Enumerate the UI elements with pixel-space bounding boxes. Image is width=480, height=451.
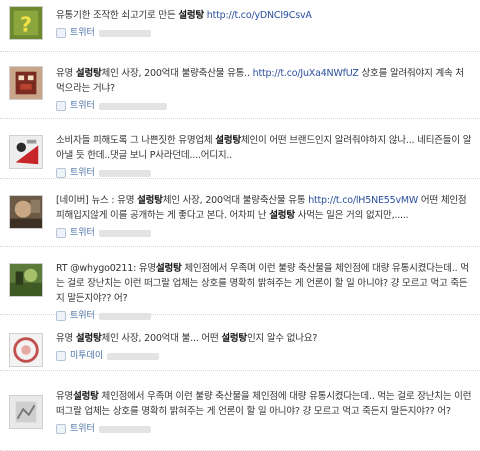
photo-avatar[interactable] [9,195,43,229]
result-text: [네이버] 뉴스 : 유명 설렁탕체인 사장, 200억대 불량축산물 유통 h… [56,193,472,223]
text-segment: 체인 사장, 200억대 불량축산물 유통.. [101,68,253,79]
result-meta: 트위터 [56,26,472,40]
result-link[interactable]: http://t.co/JuXa4NWfUZ [253,68,359,79]
result-text: RT @whygo0211: 유명설렁탕 체인점에서 우족며 이런 불량 축산물… [56,261,472,306]
keyword-highlight: 설렁탕 [73,391,99,402]
blurred-username [98,29,151,37]
search-results-feed: ? 유통기한 조작한 쇠고기로 만든 설렁탕 http://t.co/yDNCI9… [0,0,480,451]
svg-text:?: ? [20,12,32,36]
text-segment: 인지 알수 없나요? [246,333,318,344]
source-icon [56,424,66,434]
result-text: 유명 설렁탕체인 사장, 200억대 불... 어떤 설렁탕인지 알수 없나요? [56,331,472,346]
result-item[interactable]: ? 유통기한 조작한 쇠고기로 만든 설렁탕 http://t.co/yDNCI9… [0,0,480,52]
result-body: 소비자들 피해도록 그 나쁜짓한 유명업체 설렁탕체인이 어떤 브랜드인지 알려… [56,133,472,180]
result-body: 유명설렁탕 체인점에서 우족며 이런 불량 축산물을 체인점에 대량 유통시켰다… [56,389,472,436]
source-label[interactable]: 트위터 [70,226,95,241]
result-item[interactable]: 소비자들 피해도록 그 나쁜짓한 유명업체 설렁탕체인이 어떤 브랜드인지 알려… [0,119,480,179]
result-body: 유명 설렁탕체인 사장, 200억대 불량축산물 유통.. http://t.c… [56,66,472,113]
blurred-username [98,102,167,110]
source-label[interactable]: 트위터 [70,422,95,437]
text-segment: 유명 [56,333,76,344]
text-segment: 사먹는 일은 거의 없지만,..... [294,210,409,221]
result-item[interactable]: 유명 설렁탕체인 사장, 200억대 불량축산물 유통.. http://t.c… [0,52,480,119]
result-meta: 트위터 [56,422,472,436]
keyword-highlight: 설렁탕 [75,68,102,79]
blurred-username [98,169,151,177]
result-text: 유통기한 조작한 쇠고기로 만든 설렁탕 http://t.co/yDNCI9C… [56,8,472,23]
result-meta: 트위터 [56,166,472,180]
result-item[interactable]: 유명설렁탕 체인점에서 우족며 이런 불량 축산물을 체인점에 대량 유통시켰다… [0,371,480,451]
text-segment: 유명 [56,391,74,402]
text-segment: 소비자들 피해도록 그 나쁜짓한 유명업체 [56,135,216,146]
result-body: 유통기한 조작한 쇠고기로 만든 설렁탕 http://t.co/yDNCI9C… [56,8,472,40]
result-text: 유명 설렁탕체인 사장, 200억대 불량축산물 유통.. http://t.c… [56,66,472,96]
text-segment: 체인 사장, 200억대 불... 어떤 [101,333,222,344]
keyword-highlight: 설렁탕 [221,333,247,344]
source-label[interactable]: 트위터 [70,26,95,41]
text-segment: 체인점에서 우족며 이런 불량 축산물을 체인점에 대량 유통시켰다는데.. 먹… [56,391,472,417]
source-label[interactable]: 트위터 [70,99,95,114]
source-icon [56,168,66,178]
keyword-highlight: 설렁탕 [75,333,102,344]
source-icon [56,28,66,38]
result-meta: 미투데이 [56,349,472,363]
source-icon [56,351,66,361]
text-segment: 유통기한 조작한 쇠고기로 만든 [56,10,179,21]
result-text: 소비자들 피해도록 그 나쁜짓한 유명업체 설렁탕체인이 어떤 브랜드인지 알려… [56,133,472,163]
result-meta: 트위터 [56,226,472,240]
blurred-username [98,229,151,237]
result-link[interactable]: http://t.co/lH5NE55vMW [308,195,418,206]
result-body: 유명 설렁탕체인 사장, 200억대 불... 어떤 설렁탕인지 알수 없나요?… [56,331,472,363]
sketch-avatar[interactable] [9,395,43,429]
result-item[interactable]: [네이버] 뉴스 : 유명 설렁탕체인 사장, 200억대 불량축산물 유통 h… [0,179,480,247]
keyword-highlight: 설렁탕 [215,135,241,146]
source-icon [56,101,66,111]
source-label[interactable]: 미투데이 [70,349,103,364]
text-segment: RT @whygo0211: 유명 [56,263,156,274]
result-item[interactable]: RT @whygo0211: 유명설렁탕 체인점에서 우족며 이런 불량 축산물… [0,247,480,321]
text-segment: 유명 [56,68,76,79]
result-body: [네이버] 뉴스 : 유명 설렁탕체인 사장, 200억대 불량축산물 유통 h… [56,193,472,240]
keyword-highlight: 설렁탕 [137,195,163,206]
source-icon [56,228,66,238]
text-segment: [네이버] 뉴스 : 유명 [56,195,138,206]
result-body: RT @whygo0211: 유명설렁탕 체인점에서 우족며 이런 불량 축산물… [56,261,472,323]
cartoon-avatar[interactable] [9,66,43,100]
keyword-highlight: 설렁탕 [155,263,182,274]
red-white-avatar[interactable] [9,135,43,169]
result-item[interactable]: 유명 설렁탕체인 사장, 200억대 불... 어떤 설렁탕인지 알수 없나요?… [0,315,480,371]
text-segment: 체인 사장, 200억대 불량축산물 유통 [162,195,309,206]
result-meta: 트위터 [56,99,472,113]
result-text: 유명설렁탕 체인점에서 우족며 이런 불량 축산물을 체인점에 대량 유통시켰다… [56,389,472,419]
blurred-username [98,425,151,433]
question-mark-avatar[interactable]: ? [9,6,43,40]
round-logo-avatar[interactable] [9,333,43,367]
result-link[interactable]: http://t.co/yDNCI9CsvA [204,10,312,21]
blurred-username [107,352,160,360]
keyword-highlight: 설렁탕 [269,210,295,221]
green-avatar[interactable] [9,263,43,297]
keyword-highlight: 설렁탕 [178,10,204,21]
